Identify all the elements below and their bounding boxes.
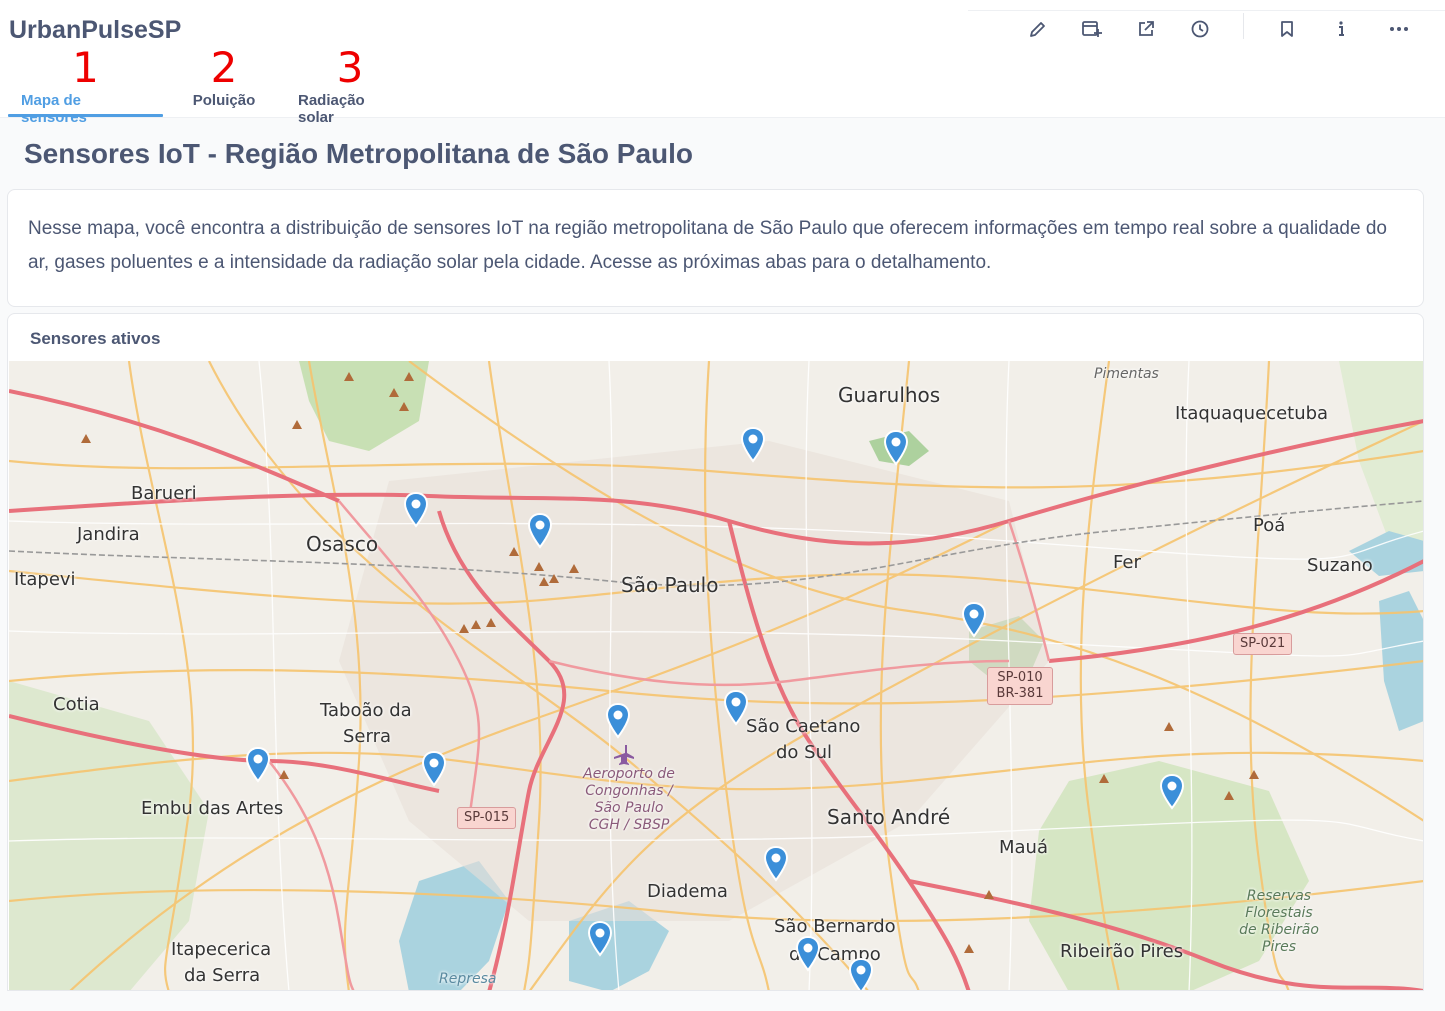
- tab-number: 3: [336, 43, 364, 92]
- place-label-aeroporto: Aeroporto de Congonhas / São Paulo CGH /…: [583, 766, 675, 833]
- map-pin-icon: [795, 936, 821, 972]
- road-shield: SP-015: [457, 807, 517, 829]
- tab-number: 1: [72, 43, 99, 92]
- place-label-sao-caetano-2: do Sul: [776, 742, 832, 763]
- sensor-marker[interactable]: [605, 703, 631, 739]
- map-pin-icon: [1159, 774, 1185, 810]
- add-to-dashboard-button[interactable]: [1077, 14, 1107, 44]
- map-pin-icon: [740, 427, 766, 463]
- sensor-marker[interactable]: [245, 747, 271, 783]
- tab-label: Poluição: [192, 92, 256, 109]
- tab-mapa-de-sensores[interactable]: 1 Mapa de sensores: [8, 43, 163, 126]
- place-label-cotia: Cotia: [53, 694, 100, 715]
- map-pin-icon: [723, 690, 749, 726]
- page-title: Sensores IoT - Região Metropolitana de S…: [24, 138, 694, 169]
- sensor-marker[interactable]: [587, 921, 613, 957]
- place-label-osasco: Osasco: [306, 532, 379, 556]
- map-pin-icon: [403, 492, 429, 528]
- place-label-pimentas: Pimentas: [1094, 366, 1159, 382]
- tab-radiacao-solar[interactable]: 3 Radiação solar: [285, 43, 415, 127]
- description-text: Nesse mapa, você encontra a distribuição…: [28, 218, 1387, 273]
- sensor-marker[interactable]: [1159, 774, 1185, 810]
- info-icon: [1339, 21, 1344, 36]
- place-label-taboao-2: Serra: [343, 726, 392, 747]
- place-label-maua: Mauá: [999, 837, 1048, 858]
- road-shield: SP-021: [1233, 633, 1293, 655]
- place-label-itapecerica-1: Itapecerica: [171, 939, 272, 960]
- app-title: UrbanPulseSP: [9, 16, 182, 44]
- edit-button[interactable]: [1023, 14, 1053, 44]
- top-bar: UrbanPulseSP 1 Mapa de sensores 2 Poluiç…: [0, 0, 1445, 127]
- action-toolbar: [968, 10, 1445, 42]
- map-pin-icon: [848, 958, 874, 990]
- more-icon: [1390, 27, 1408, 31]
- map-pin-icon: [605, 703, 631, 739]
- sensor-marker[interactable]: [763, 846, 789, 882]
- place-label-embu: Embu das Artes: [141, 798, 284, 819]
- sensor-marker[interactable]: [883, 430, 909, 466]
- toolbar-divider: [1243, 13, 1244, 39]
- sensor-marker[interactable]: [723, 690, 749, 726]
- map-pin-icon: [421, 751, 447, 787]
- place-label-diadema: Diadema: [647, 881, 728, 902]
- history-button[interactable]: [1185, 14, 1215, 44]
- map-pin-icon: [527, 513, 553, 549]
- share-button[interactable]: [1131, 14, 1161, 44]
- place-label-santo-andre: Santo André: [827, 805, 951, 829]
- share-icon: [1139, 21, 1154, 36]
- place-label-represa: Represa: [439, 971, 497, 987]
- history-icon: [1191, 20, 1209, 38]
- info-button[interactable]: [1326, 14, 1356, 44]
- sensor-marker[interactable]: [403, 492, 429, 528]
- place-label-sao-caetano-1: São Caetano: [746, 716, 861, 737]
- place-label-guarulhos: Guarulhos: [838, 383, 941, 407]
- place-label-barueri: Barueri: [131, 483, 197, 504]
- place-label-sao-bernardo-1: São Bernardo: [774, 916, 896, 937]
- map-card: Sensores ativos Guarulhos Itaquaquecetub…: [7, 313, 1424, 991]
- map-pin-icon: [245, 747, 271, 783]
- tab-label: Mapa de sensores: [21, 92, 87, 126]
- tab-poluicao[interactable]: 2 Poluição: [163, 44, 285, 118]
- map-pin-icon: [961, 602, 987, 638]
- sensor-marker[interactable]: [740, 427, 766, 463]
- description-card: Nesse mapa, você encontra a distribuição…: [7, 189, 1424, 307]
- bookmark-button[interactable]: [1272, 14, 1302, 44]
- page-footer-space: [0, 991, 1445, 1011]
- place-label-reservas: Reservas Florestais de Ribeirão Pires: [1239, 888, 1319, 955]
- place-label-suzano: Suzano: [1307, 555, 1373, 576]
- place-label-jandira: Jandira: [77, 524, 140, 545]
- pencil-icon: [1030, 22, 1045, 37]
- place-label-taboao-1: Taboão da: [320, 700, 412, 721]
- more-button[interactable]: [1384, 14, 1414, 44]
- map-pin-icon: [763, 846, 789, 882]
- tab-label: Radiação solar: [298, 92, 365, 126]
- sensor-marker[interactable]: [795, 936, 821, 972]
- place-label-sao-paulo: São Paulo: [621, 573, 719, 597]
- place-label-ribeirao-pires: Ribeirão Pires: [1060, 941, 1184, 962]
- bookmark-icon: [1281, 21, 1293, 37]
- place-label-itapevi: Itapevi: [14, 569, 76, 590]
- sensor-marker[interactable]: [421, 751, 447, 787]
- place-label-itaquaquecetuba: Itaquaquecetuba: [1175, 403, 1329, 424]
- sensor-marker[interactable]: [527, 513, 553, 549]
- sensor-marker[interactable]: [961, 602, 987, 638]
- tab-bar: 1 Mapa de sensores 2 Poluição 3 Radiação…: [8, 43, 415, 127]
- map-pin-icon: [883, 430, 909, 466]
- map-pin-icon: [587, 921, 613, 957]
- place-label-itapecerica-2: da Serra: [184, 965, 261, 986]
- place-label-fer: Fer: [1113, 552, 1141, 573]
- road-shield: SP-010 BR-381: [987, 667, 1053, 705]
- place-label-poa: Poá: [1253, 515, 1286, 536]
- add-to-dashboard-icon: [1082, 21, 1102, 37]
- tab-number: 2: [210, 43, 238, 92]
- map-card-title: Sensores ativos: [30, 329, 161, 348]
- sensor-marker[interactable]: [848, 958, 874, 990]
- sensor-map[interactable]: Guarulhos Itaquaquecetuba Barueri Jandir…: [9, 361, 1423, 990]
